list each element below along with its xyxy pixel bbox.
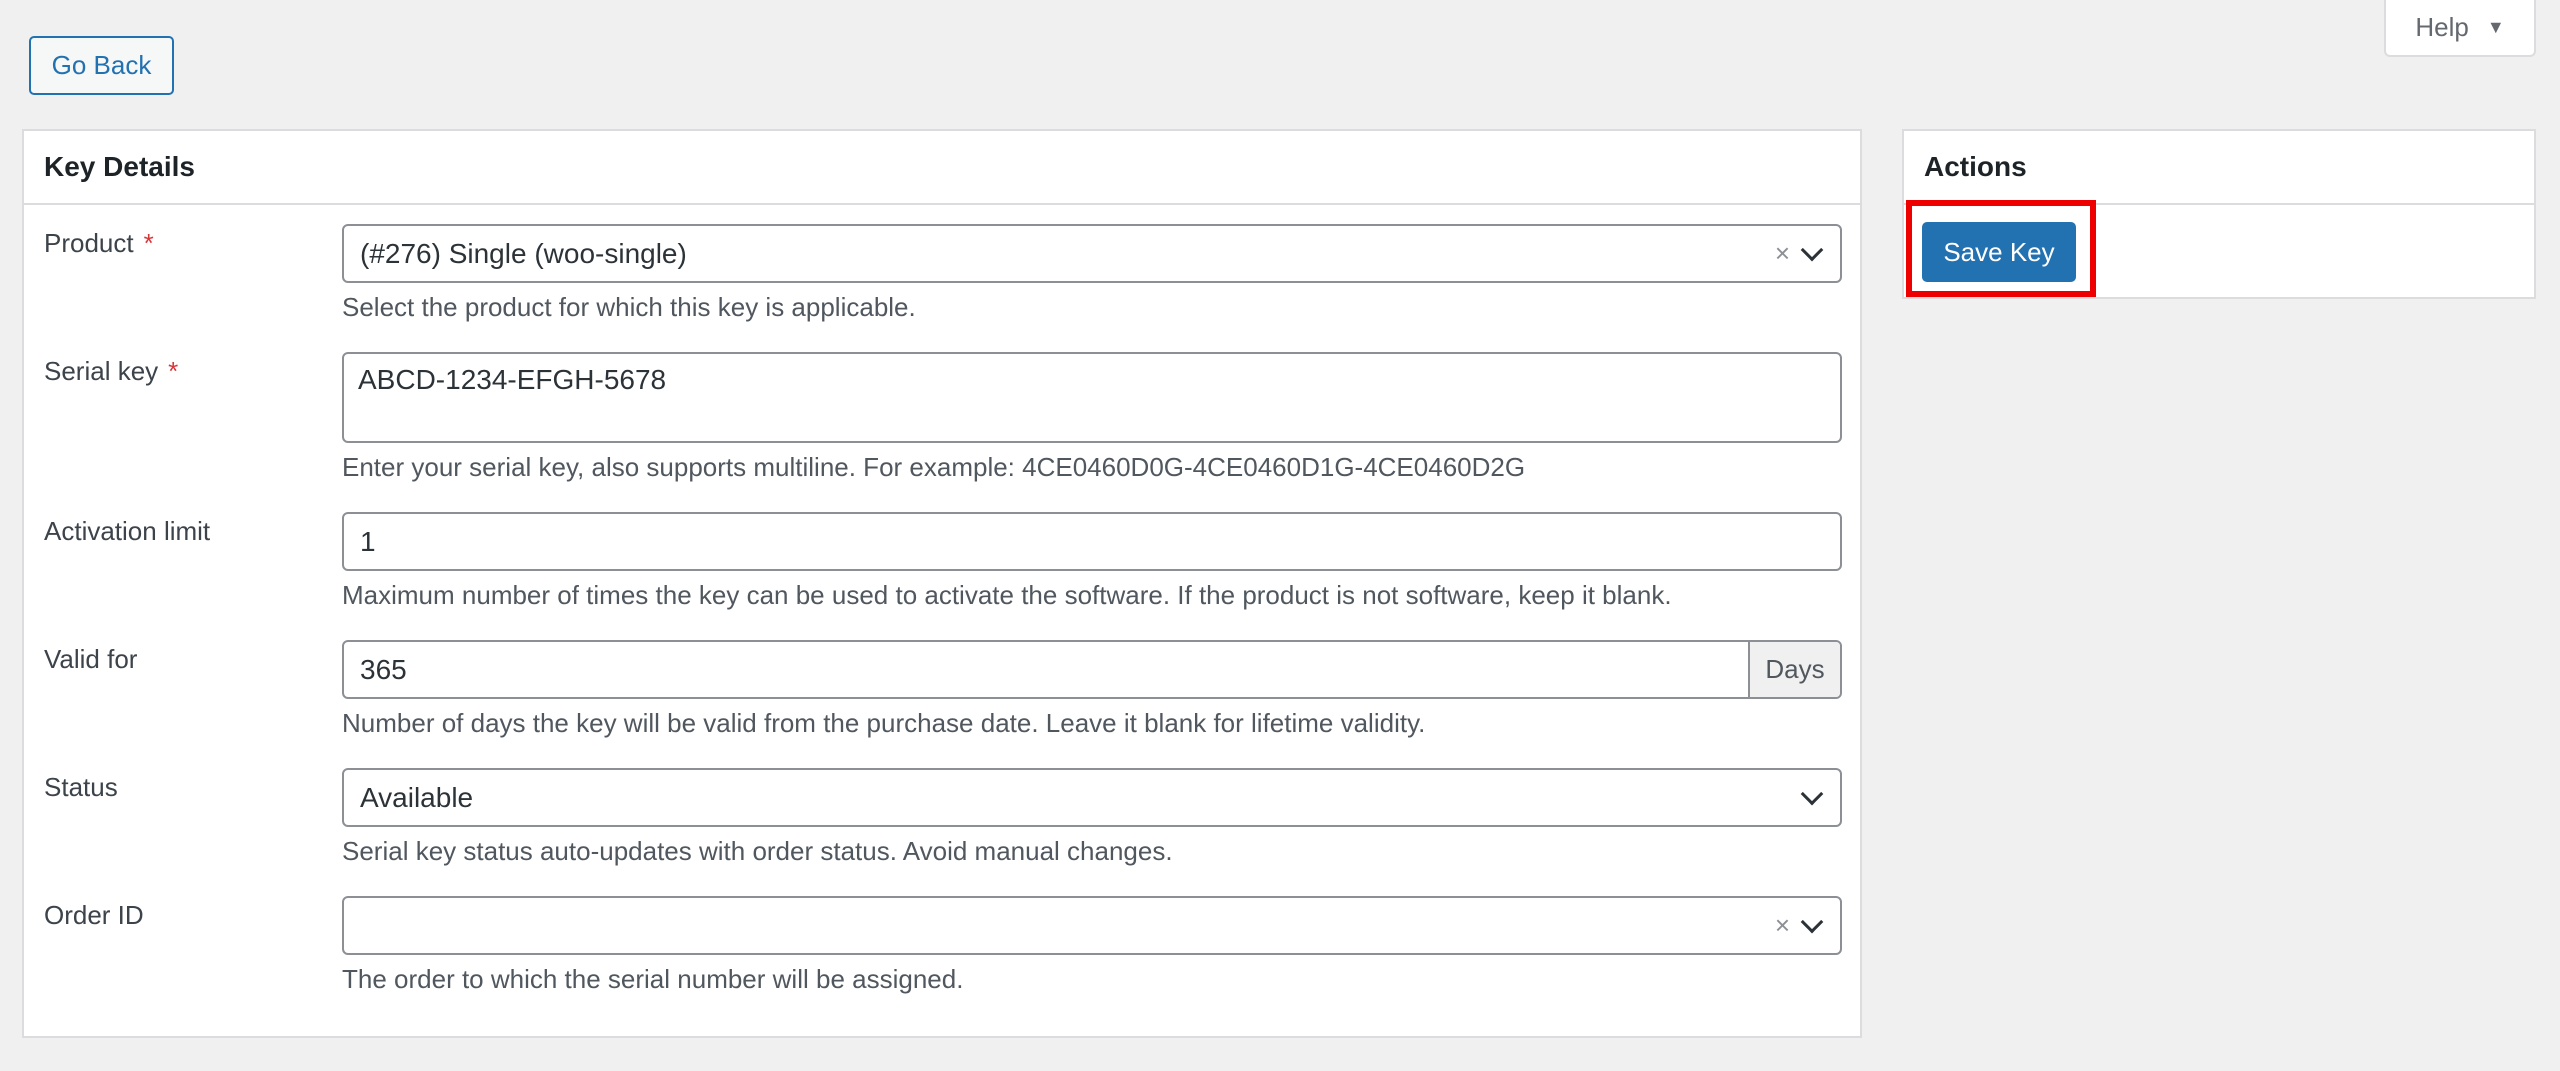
- valid-for-value: 365: [360, 653, 407, 685]
- order-id-description: The order to which the serial number wil…: [342, 964, 964, 994]
- required-marker: *: [143, 228, 154, 258]
- serial-key-textarea[interactable]: ABCD-1234-EFGH-5678: [342, 352, 1842, 443]
- status-select[interactable]: Available: [342, 768, 1842, 827]
- valid-for-input[interactable]: 365 Days: [342, 640, 1842, 699]
- key-details-panel: Key Details Product * (#276) Single (woo-…: [22, 129, 1862, 1038]
- chevron-down-icon[interactable]: [1800, 910, 1824, 933]
- actions-title: Actions: [1904, 131, 2534, 205]
- clear-icon[interactable]: ×: [1775, 910, 1790, 941]
- valid-for-label: Valid for: [44, 644, 138, 674]
- save-key-button[interactable]: Save Key: [1922, 222, 2076, 282]
- product-description: Select the product for which this key is…: [342, 292, 916, 322]
- activation-limit-label: Activation limit: [44, 516, 211, 546]
- status-select-value: Available: [360, 781, 474, 813]
- help-tab[interactable]: Help ▼: [2384, 0, 2536, 57]
- key-details-title: Key Details: [24, 131, 1860, 205]
- activation-limit-value: 1: [360, 525, 376, 557]
- product-select-value: (#276) Single (woo-single): [360, 237, 687, 269]
- required-marker: *: [168, 356, 179, 386]
- activation-limit-input[interactable]: 1: [342, 512, 1842, 571]
- triangle-down-icon: ▼: [2486, 17, 2505, 37]
- product-select[interactable]: (#276) Single (woo-single) ×: [342, 224, 1842, 283]
- days-unit-addon: Days: [1748, 642, 1840, 697]
- order-id-select[interactable]: ×: [342, 896, 1842, 955]
- status-label: Status: [44, 772, 118, 802]
- activation-limit-description: Maximum number of times the key can be u…: [342, 580, 1672, 610]
- chevron-down-icon[interactable]: [1800, 238, 1824, 261]
- serial-key-description: Enter your serial key, also supports mul…: [342, 452, 1526, 482]
- help-label: Help: [2415, 12, 2469, 42]
- clear-icon[interactable]: ×: [1775, 238, 1790, 269]
- order-id-label: Order ID: [44, 900, 144, 930]
- status-description: Serial key status auto-updates with orde…: [342, 836, 1173, 866]
- go-back-button[interactable]: Go Back: [29, 36, 174, 95]
- valid-for-description: Number of days the key will be valid fro…: [342, 708, 1426, 738]
- product-label: Product *: [44, 228, 154, 258]
- serial-key-label: Serial key *: [44, 356, 179, 386]
- serial-key-value: ABCD-1234-EFGH-5678: [358, 364, 667, 395]
- chevron-down-icon[interactable]: [1800, 782, 1824, 805]
